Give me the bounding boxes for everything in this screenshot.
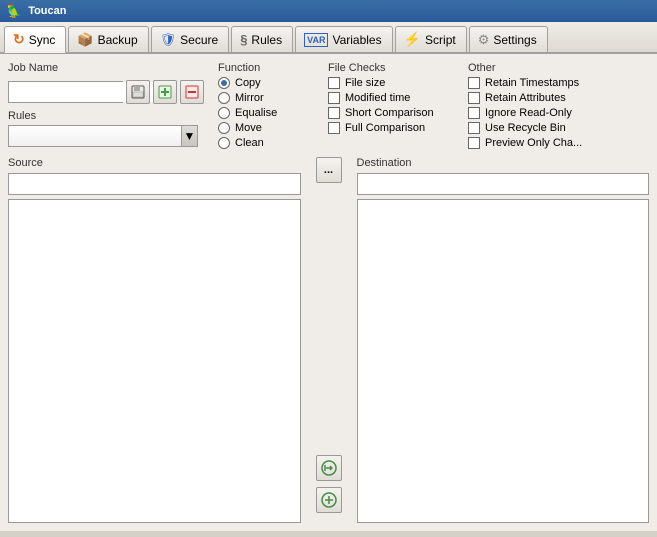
left-panel: Job Name ▼ [8, 62, 208, 149]
tab-rules[interactable]: § Rules [231, 26, 293, 52]
check-ignore-read-only[interactable]: Ignore Read-Only [468, 107, 598, 119]
destination-panel: Destination [357, 157, 650, 523]
app-icon: 🦜 [6, 3, 22, 19]
browse-destination-button[interactable]: ... [316, 157, 342, 183]
destination-file-list [357, 199, 650, 523]
tab-backup[interactable]: 📦 Backup [68, 26, 148, 52]
file-checks-label: File Checks [328, 62, 458, 74]
source-path-row [8, 173, 301, 195]
source-label: Source [8, 157, 301, 169]
check-modified-time[interactable]: Modified time [328, 92, 458, 104]
sync-icon: ↻ [13, 31, 25, 48]
title-bar: 🦜 Toucan [0, 0, 657, 22]
function-label: Function [218, 62, 318, 74]
radio-clean[interactable]: Clean [218, 137, 318, 149]
file-checks-panel: File Checks File size Modified time Shor… [328, 62, 458, 149]
radio-copy[interactable]: Copy [218, 77, 318, 89]
rules-input[interactable] [9, 126, 181, 146]
destination-path-input[interactable] [357, 173, 650, 195]
check-file-size[interactable]: File size [328, 77, 458, 89]
radio-equalise-btn[interactable] [218, 107, 230, 119]
rules-section: Rules ▼ [8, 110, 208, 147]
radio-equalise[interactable]: Equalise [218, 107, 318, 119]
check-short-comparison[interactable]: Short Comparison [328, 107, 458, 119]
check-full-comparison-box[interactable] [328, 122, 340, 134]
source-file-list [8, 199, 301, 523]
check-use-recycle-bin-box[interactable] [468, 122, 480, 134]
tab-settings[interactable]: ⚙ Settings [469, 26, 548, 52]
other-panel: Other Retain Timestamps Retain Attribute… [468, 62, 598, 149]
destination-path-row [357, 173, 650, 195]
rules-icon: § [240, 32, 247, 47]
check-use-recycle-bin[interactable]: Use Recycle Bin [468, 122, 598, 134]
job-name-row: ▼ [8, 80, 208, 104]
tab-variables[interactable]: VAR Variables [295, 26, 392, 52]
other-label: Other [468, 62, 598, 74]
add-job-button[interactable] [153, 80, 177, 104]
content-area: Job Name ▼ [0, 54, 657, 531]
secure-icon: 🛡 [160, 32, 177, 48]
transfer-sync-button[interactable] [316, 455, 342, 481]
source-path-input[interactable] [8, 173, 301, 195]
backup-icon: 📦 [77, 32, 93, 48]
check-retain-attributes[interactable]: Retain Attributes [468, 92, 598, 104]
variables-icon: VAR [304, 33, 328, 47]
source-panel: Source [8, 157, 301, 523]
settings-icon: ⚙ [478, 32, 490, 48]
radio-mirror-btn[interactable] [218, 92, 230, 104]
top-section: Job Name ▼ [8, 62, 649, 149]
check-preview-only-changes-box[interactable] [468, 137, 480, 149]
tab-script[interactable]: ⚡ Script [395, 26, 467, 52]
check-modified-time-box[interactable] [328, 92, 340, 104]
save-job-button[interactable] [126, 80, 150, 104]
check-retain-timestamps-box[interactable] [468, 77, 480, 89]
bottom-section: Source ... [8, 157, 649, 523]
check-preview-only-changes[interactable]: Preview Only Cha... [468, 137, 598, 149]
check-full-comparison[interactable]: Full Comparison [328, 122, 458, 134]
app-title: Toucan [28, 5, 66, 17]
rules-label: Rules [8, 110, 208, 122]
function-panel: Function Copy Mirror Equalise Move Clean [218, 62, 318, 149]
check-short-comparison-box[interactable] [328, 107, 340, 119]
radio-copy-btn[interactable] [218, 77, 230, 89]
rules-dropdown-arrow[interactable]: ▼ [181, 126, 197, 146]
radio-clean-btn[interactable] [218, 137, 230, 149]
radio-move[interactable]: Move [218, 122, 318, 134]
check-ignore-read-only-box[interactable] [468, 107, 480, 119]
destination-label: Destination [357, 157, 650, 169]
tab-bar: ↻ Sync 📦 Backup 🛡 Secure § Rules VAR Var… [0, 22, 657, 54]
script-icon: ⚡ [404, 31, 421, 48]
check-file-size-box[interactable] [328, 77, 340, 89]
rules-dropdown[interactable]: ▼ [8, 125, 198, 147]
tab-sync[interactable]: ↻ Sync [4, 26, 66, 53]
check-retain-attributes-box[interactable] [468, 92, 480, 104]
middle-controls: ... [311, 157, 347, 523]
job-name-label: Job Name [8, 62, 208, 74]
remove-job-button[interactable] [180, 80, 204, 104]
radio-mirror[interactable]: Mirror [218, 92, 318, 104]
radio-move-btn[interactable] [218, 122, 230, 134]
check-retain-timestamps[interactable]: Retain Timestamps [468, 77, 598, 89]
tab-secure[interactable]: 🛡 Secure [151, 26, 230, 52]
add-transfer-button[interactable] [316, 487, 342, 513]
